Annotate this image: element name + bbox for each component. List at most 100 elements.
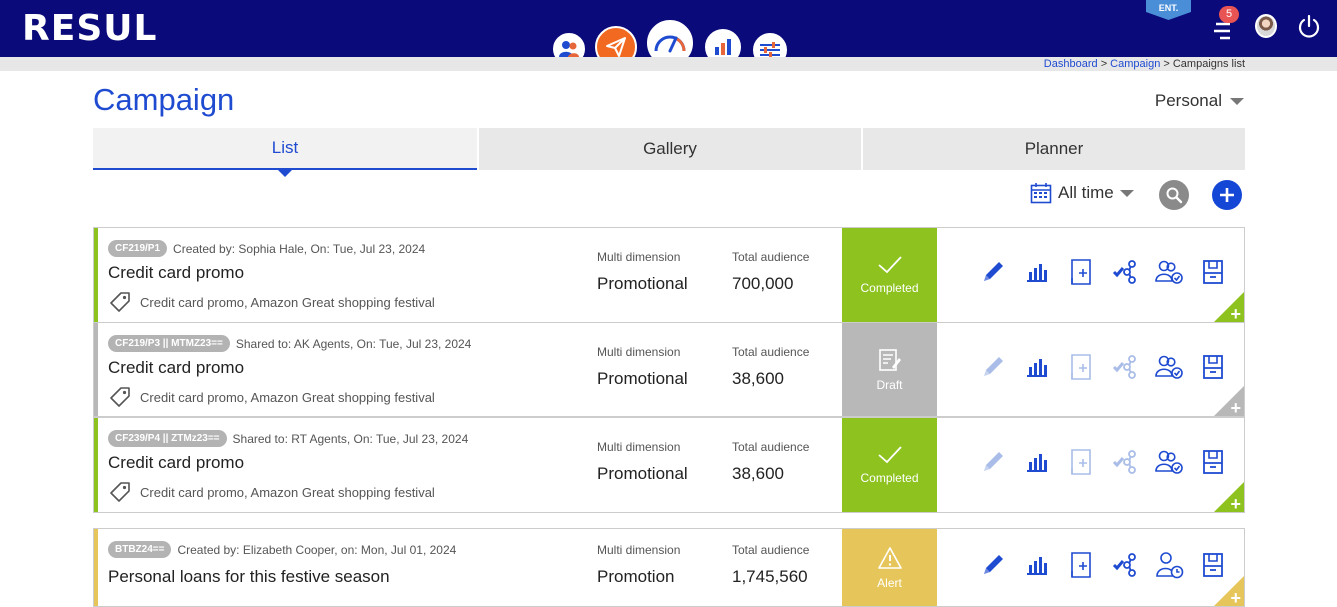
row-actions: [978, 551, 1228, 582]
audience-label: Total audience: [732, 440, 810, 454]
campaign-meta-text: Created by: Elizabeth Cooper, on: Mon, J…: [177, 542, 457, 557]
duplicate-button[interactable]: [1066, 353, 1096, 384]
calendar-icon: [1030, 183, 1052, 204]
tab-label: List: [271, 138, 299, 157]
expand-row-button[interactable]: +: [1214, 292, 1244, 322]
draft-note-icon: [878, 348, 901, 371]
audience-schedule-button[interactable]: [1154, 551, 1184, 582]
status-badge: Completed: [842, 418, 937, 512]
campaign-row[interactable]: BTBZ24== Created by: Elizabeth Cooper, o…: [93, 528, 1245, 607]
add-campaign-button[interactable]: [1212, 180, 1242, 210]
search-icon: [1166, 187, 1183, 204]
campaign-row[interactable]: CF219/P3 || MTMZ23== Shared to: AK Agent…: [93, 322, 1245, 417]
report-button[interactable]: [1022, 354, 1052, 384]
breadcrumb-campaign[interactable]: Campaign: [1110, 58, 1160, 70]
audience-share-button[interactable]: [1154, 354, 1184, 384]
campaign-meta: CF219/P3 || MTMZ23== Shared to: AK Agent…: [108, 335, 471, 352]
share-icon: [1112, 449, 1138, 479]
chevron-down-icon: [1230, 97, 1244, 105]
campaign-tags: Credit card promo, Amazon Great shopping…: [108, 480, 435, 504]
archive-button[interactable]: [1198, 552, 1228, 582]
duplicate-icon: [1069, 448, 1093, 481]
share-button[interactable]: [1110, 449, 1140, 479]
duplicate-button[interactable]: [1066, 448, 1096, 481]
time-filter-dropdown[interactable]: All time: [1030, 182, 1134, 204]
notifications-button[interactable]: 5: [1208, 6, 1240, 42]
audience-share-icon: [1154, 354, 1184, 385]
report-button[interactable]: [1022, 449, 1052, 479]
campaign-title[interactable]: Personal loans for this festive season: [108, 567, 390, 587]
search-button[interactable]: [1159, 180, 1189, 210]
campaign-title[interactable]: Credit card promo: [108, 358, 244, 378]
campaign-title[interactable]: Credit card promo: [108, 263, 244, 283]
campaign-row[interactable]: CF239/P4 || ZTMz23== Shared to: RT Agent…: [93, 417, 1245, 513]
preferences-sliders-icon: [760, 42, 780, 58]
report-icon: [1025, 554, 1049, 581]
campaign-row[interactable]: CF219/P1 Created by: Sophia Hale, On: Tu…: [93, 227, 1245, 323]
campaign-title[interactable]: Credit card promo: [108, 453, 244, 473]
dimension-value: Promotional: [597, 464, 688, 483]
campaign-send-icon: [606, 37, 626, 57]
campaign-meta-text: Shared to: AK Agents, On: Tue, Jul 23, 2…: [235, 336, 472, 351]
checkmark-icon: [877, 446, 902, 464]
tab-gallery[interactable]: Gallery: [479, 128, 861, 170]
campaign-meta: BTBZ24== Created by: Elizabeth Cooper, o…: [108, 541, 456, 558]
tab-list[interactable]: List: [93, 128, 477, 177]
status-accent-bar: [94, 529, 98, 606]
audience-value: 700,000: [732, 274, 794, 293]
audience-share-button[interactable]: [1154, 259, 1184, 289]
top-header: RESUL ENT. 5: [0, 0, 1337, 69]
archive-button[interactable]: [1198, 354, 1228, 384]
breadcrumb-dashboard[interactable]: Dashboard: [1044, 58, 1098, 70]
edit-button[interactable]: [978, 354, 1008, 384]
duplicate-button[interactable]: [1066, 258, 1096, 291]
tag-icon: [110, 387, 130, 407]
share-icon: [1112, 354, 1138, 384]
plus-icon: +: [1230, 304, 1241, 323]
edit-button[interactable]: [978, 552, 1008, 582]
audience-value: 38,600: [732, 369, 784, 388]
report-icon: [1025, 261, 1049, 288]
app-logo[interactable]: RESUL: [22, 8, 157, 49]
share-button[interactable]: [1110, 354, 1140, 384]
edit-button[interactable]: [978, 259, 1008, 289]
expand-row-button[interactable]: +: [1214, 386, 1244, 416]
archive-button[interactable]: [1198, 449, 1228, 479]
audience-share-icon: [1154, 449, 1184, 480]
breadcrumb-separator: >: [1100, 58, 1111, 70]
row-actions: [978, 258, 1228, 291]
share-button[interactable]: [1110, 259, 1140, 289]
status-label: Alert: [877, 575, 902, 590]
report-button[interactable]: [1022, 552, 1052, 582]
logout-button[interactable]: [1296, 14, 1322, 40]
share-icon: [1112, 259, 1138, 289]
row-actions: [978, 448, 1228, 481]
duplicate-icon: [1069, 258, 1093, 291]
owner-filter-value: Personal: [1154, 91, 1222, 110]
archive-icon: [1200, 449, 1226, 480]
power-icon: [1298, 14, 1320, 38]
tab-planner[interactable]: Planner: [863, 128, 1245, 170]
menu-lines-icon: [1214, 22, 1230, 40]
status-badge: Alert: [842, 529, 937, 606]
user-avatar[interactable]: [1255, 14, 1277, 38]
audience-share-button[interactable]: [1154, 449, 1184, 479]
dimension-label: Multi dimension: [597, 345, 681, 359]
campaign-meta: CF219/P1 Created by: Sophia Hale, On: Tu…: [108, 240, 425, 257]
owner-filter-dropdown[interactable]: Personal: [1155, 91, 1244, 111]
campaign-meta: CF239/P4 || ZTMz23== Shared to: RT Agent…: [108, 430, 468, 447]
archive-button[interactable]: [1198, 259, 1228, 289]
share-button[interactable]: [1110, 552, 1140, 582]
duplicate-button[interactable]: [1066, 551, 1096, 582]
expand-row-button[interactable]: +: [1214, 482, 1244, 512]
campaign-id-badge: CF219/P3 || MTMZ23==: [108, 335, 230, 352]
report-icon: [1025, 356, 1049, 383]
report-icon: [1025, 451, 1049, 478]
status-badge: Draft: [842, 323, 937, 416]
dashboard-gauge-icon: [654, 35, 686, 53]
edit-button[interactable]: [978, 449, 1008, 479]
audience-value: 1,745,560: [732, 567, 808, 586]
audience-value: 38,600: [732, 464, 784, 483]
report-button[interactable]: [1022, 259, 1052, 289]
archive-icon: [1200, 552, 1226, 583]
